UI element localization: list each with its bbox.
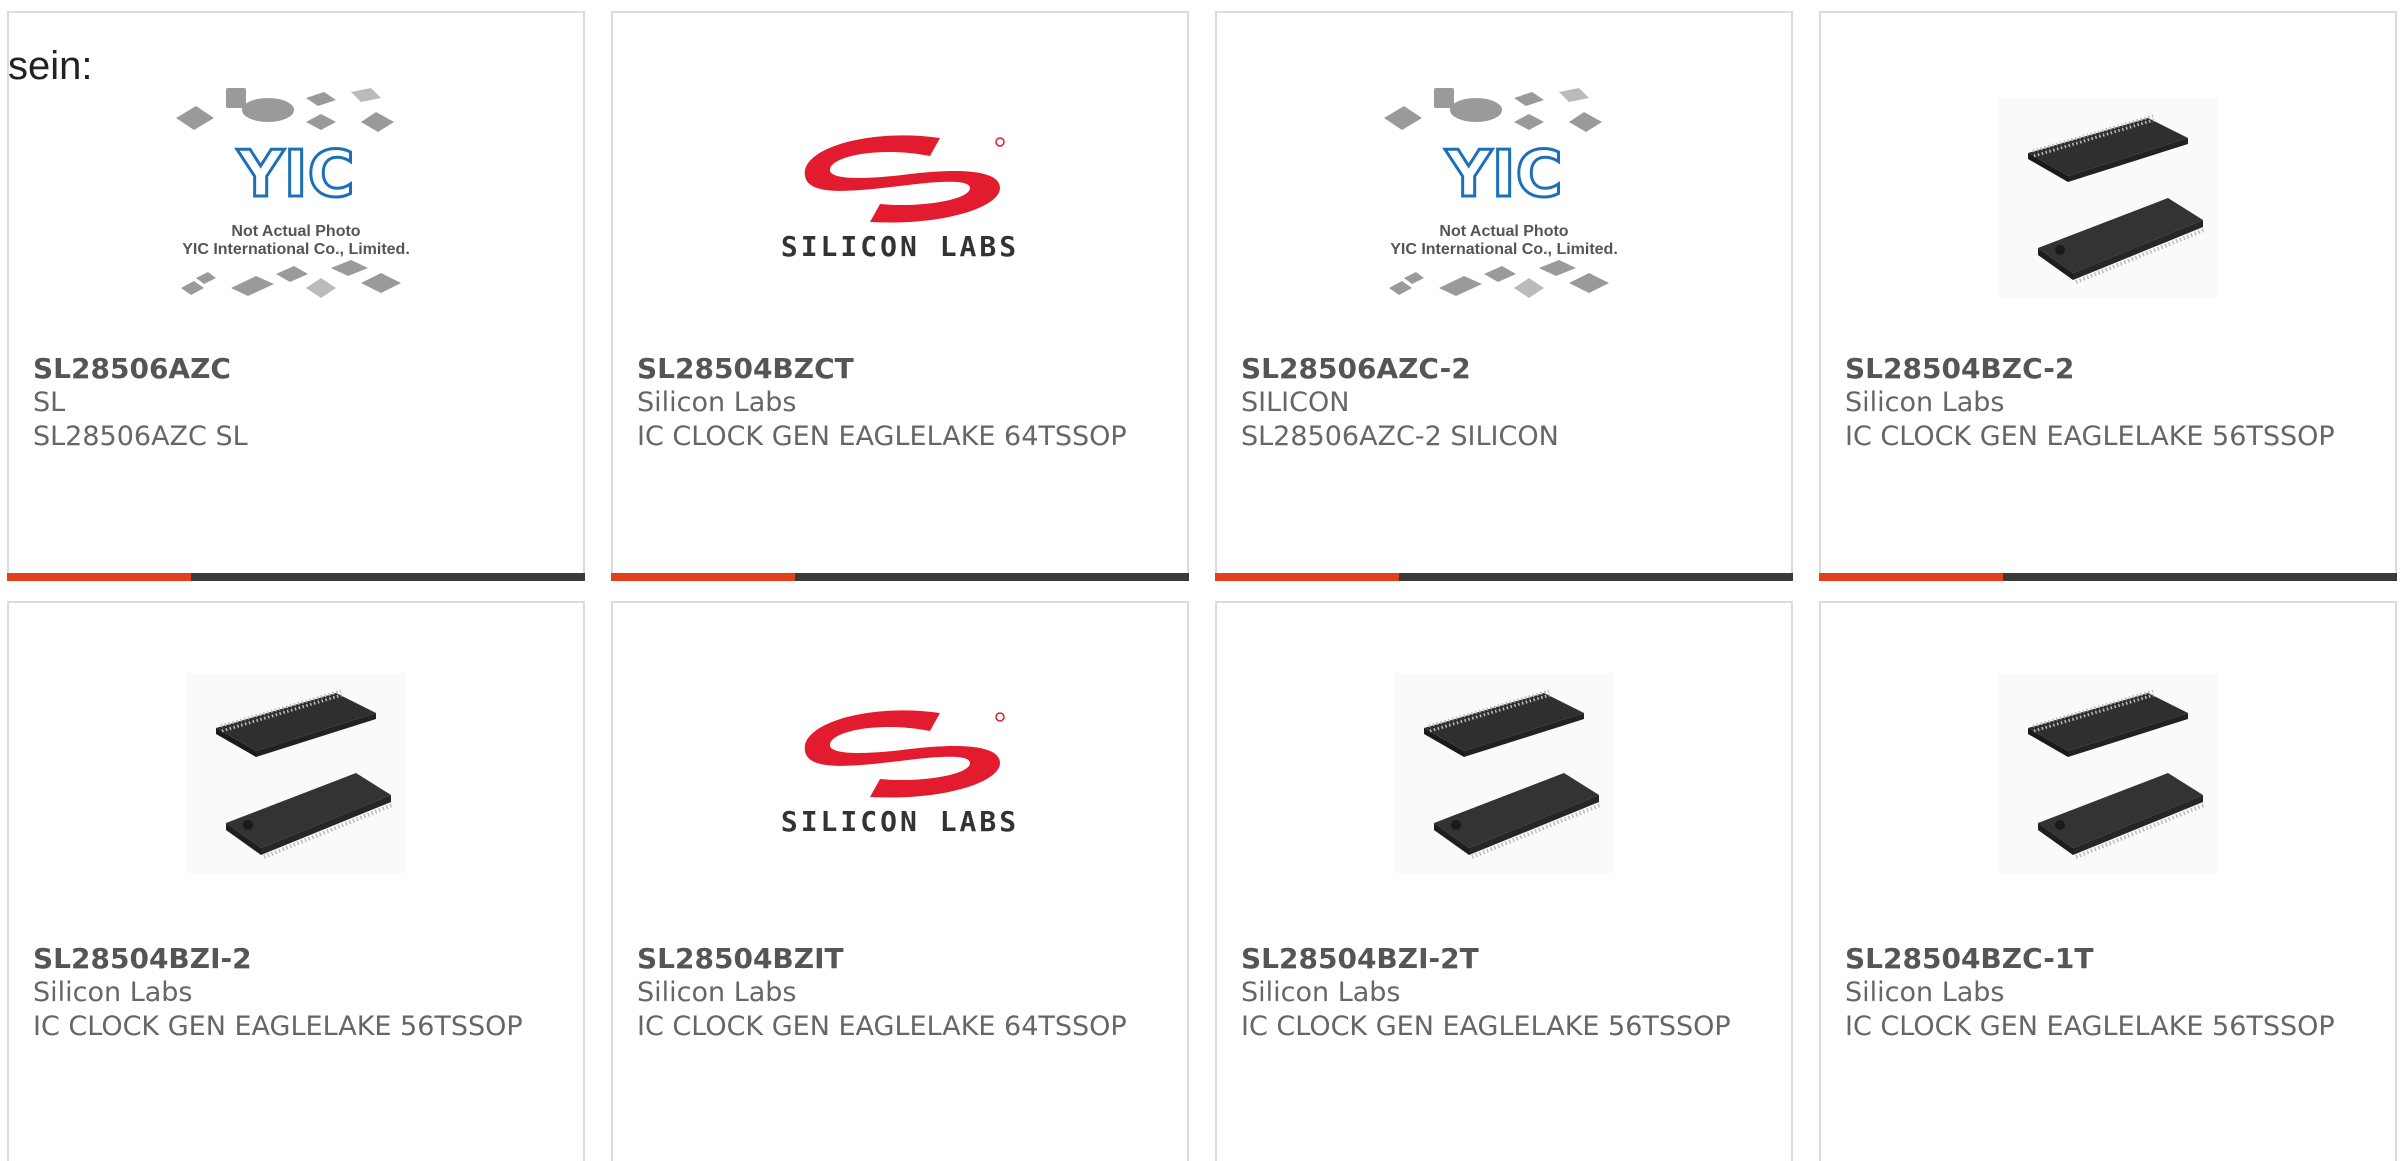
part-number[interactable]: SL28506AZC: [33, 352, 563, 386]
product-card[interactable]: SILICON LABS SL28504BZIT Silicon Labs IC…: [611, 601, 1189, 1161]
yic-placeholder-image: YIC Not Actual Photo YIC International C…: [176, 88, 410, 298]
product-image[interactable]: YIC Not Actual Photo YIC International C…: [1217, 53, 1791, 343]
product-info: SL28506AZC-2 SILICON SL28506AZC-2 SILICO…: [1241, 352, 1771, 454]
svg-text:YIC: YIC: [236, 138, 354, 212]
tssop-chip-image: [1394, 673, 1614, 873]
yic-placeholder-image: YIC Not Actual Photo YIC International C…: [1384, 88, 1618, 298]
yic-caption-1: Not Actual Photo: [231, 223, 360, 240]
product-card[interactable]: SL28504BZI-2 Silicon Labs IC CLOCK GEN E…: [7, 601, 585, 1161]
page-intro-text: sein:: [8, 44, 93, 88]
product-image[interactable]: [1821, 638, 2395, 908]
product-image[interactable]: [1217, 638, 1791, 908]
manufacturer: Silicon Labs: [637, 977, 797, 1008]
silicon-labs-logo: SILICON LABS: [781, 710, 1019, 838]
tssop-chip-image: [186, 673, 406, 873]
product-info: SL28504BZC-1T Silicon Labs IC CLOCK GEN …: [1845, 942, 2375, 1044]
product-card[interactable]: SL28504BZI-2T Silicon Labs IC CLOCK GEN …: [1215, 601, 1793, 1161]
part-number[interactable]: SL28506AZC-2: [1241, 352, 1771, 386]
yic-caption-2: YIC International Co., Limited.: [1390, 241, 1618, 258]
manufacturer: Silicon Labs: [1845, 387, 2005, 418]
description: SL28506AZC SL: [33, 421, 248, 452]
part-number[interactable]: SL28504BZIT: [637, 942, 1167, 976]
tssop-chip-image: [1998, 98, 2218, 298]
product-info: SL28504BZI-2T Silicon Labs IC CLOCK GEN …: [1241, 942, 1771, 1044]
product-grid: YIC Not Actual Photo YIC International C…: [0, 0, 2400, 1161]
description: IC CLOCK GEN EAGLELAKE 56TSSOP: [33, 1011, 523, 1042]
description: SL28506AZC-2 SILICON: [1241, 421, 1559, 452]
description: IC CLOCK GEN EAGLELAKE 64TSSOP: [637, 421, 1127, 452]
description: IC CLOCK GEN EAGLELAKE 56TSSOP: [1241, 1011, 1731, 1042]
manufacturer: Silicon Labs: [637, 387, 797, 418]
product-image[interactable]: SILICON LABS: [613, 638, 1187, 908]
manufacturer: SL: [33, 387, 66, 418]
product-info: SL28504BZI-2 Silicon Labs IC CLOCK GEN E…: [33, 942, 563, 1044]
manufacturer: SILICON: [1241, 387, 1350, 418]
description: IC CLOCK GEN EAGLELAKE 56TSSOP: [1845, 1011, 2335, 1042]
svg-text:YIC: YIC: [1444, 138, 1562, 212]
manufacturer: Silicon Labs: [1845, 977, 2005, 1008]
tssop-chip-image: [1998, 673, 2218, 873]
yic-caption-1: Not Actual Photo: [1439, 223, 1568, 240]
card-bottom-bar: [7, 573, 585, 581]
product-image[interactable]: YIC Not Actual Photo YIC International C…: [9, 53, 583, 343]
description: IC CLOCK GEN EAGLELAKE 64TSSOP: [637, 1011, 1127, 1042]
product-info: SL28504BZC-2 Silicon Labs IC CLOCK GEN E…: [1845, 352, 2375, 454]
product-image[interactable]: [1821, 53, 2395, 343]
silicon-labs-logo: SILICON LABS: [781, 135, 1019, 263]
product-card[interactable]: SL28504BZC-1T Silicon Labs IC CLOCK GEN …: [1819, 601, 2397, 1161]
card-bottom-bar: [1819, 573, 2397, 581]
logo-text: SILICON LABS: [781, 230, 1019, 263]
product-image[interactable]: [9, 638, 583, 908]
part-number[interactable]: SL28504BZCT: [637, 352, 1167, 386]
logo-text: SILICON LABS: [781, 805, 1019, 838]
part-number[interactable]: SL28504BZC-1T: [1845, 942, 2375, 976]
part-number[interactable]: SL28504BZI-2: [33, 942, 563, 976]
manufacturer: Silicon Labs: [1241, 977, 1401, 1008]
product-card[interactable]: SL28504BZC-2 Silicon Labs IC CLOCK GEN E…: [1819, 11, 2397, 581]
description: IC CLOCK GEN EAGLELAKE 56TSSOP: [1845, 421, 2335, 452]
product-card[interactable]: SILICON LABS SL28504BZCT Silicon Labs IC…: [611, 11, 1189, 581]
product-info: SL28506AZC SL SL28506AZC SL: [33, 352, 563, 454]
card-bottom-bar: [1215, 573, 1793, 581]
product-card[interactable]: YIC Not Actual Photo YIC International C…: [7, 11, 585, 581]
manufacturer: Silicon Labs: [33, 977, 193, 1008]
card-bottom-bar: [611, 573, 1189, 581]
product-info: SL28504BZIT Silicon Labs IC CLOCK GEN EA…: [637, 942, 1167, 1044]
product-card[interactable]: YIC Not Actual Photo YIC International C…: [1215, 11, 1793, 581]
yic-caption-2: YIC International Co., Limited.: [182, 241, 410, 258]
part-number[interactable]: SL28504BZC-2: [1845, 352, 2375, 386]
part-number[interactable]: SL28504BZI-2T: [1241, 942, 1771, 976]
product-info: SL28504BZCT Silicon Labs IC CLOCK GEN EA…: [637, 352, 1167, 454]
product-image[interactable]: SILICON LABS: [613, 53, 1187, 343]
